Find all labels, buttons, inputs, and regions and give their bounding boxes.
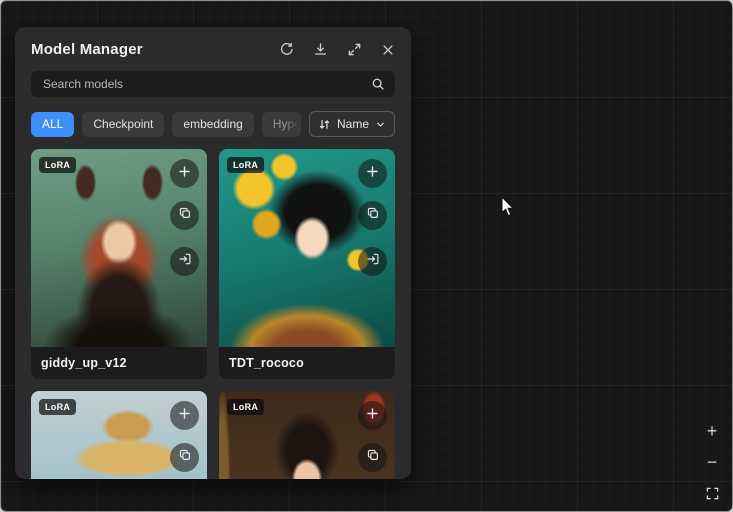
filter-hypernetwork[interactable]: Hyper (262, 112, 301, 137)
model-type-badge: LoRA (227, 157, 264, 173)
expand-button[interactable] (347, 42, 362, 57)
model-card[interactable]: LoRA TDT_rococo (219, 149, 395, 379)
add-model-button[interactable] (170, 401, 199, 430)
search-icon (371, 77, 385, 91)
card-actions (349, 391, 395, 479)
model-card[interactable]: LoRA giddy_up_v12 (31, 149, 207, 379)
load-model-button[interactable] (358, 247, 387, 276)
plus-icon (365, 164, 380, 184)
mouse-cursor (501, 197, 515, 222)
download-icon (313, 42, 328, 57)
add-model-button[interactable] (170, 159, 199, 188)
filter-embedding[interactable]: embedding (172, 112, 253, 137)
add-model-button[interactable] (358, 159, 387, 188)
plus-icon (177, 164, 192, 184)
expand-icon (347, 42, 362, 57)
filter-bar: ALL Checkpoint embedding Hyper Name (31, 111, 395, 137)
zoom-out-button[interactable]: − (702, 452, 722, 472)
chevron-down-icon (375, 119, 386, 130)
fit-view-icon (705, 486, 720, 501)
copy-model-button[interactable] (170, 443, 199, 472)
card-actions (161, 391, 207, 479)
model-type-badge: LoRA (39, 157, 76, 173)
model-name: giddy_up_v12 (31, 347, 207, 379)
close-button[interactable] (381, 43, 395, 57)
search-bar (31, 71, 395, 97)
model-card[interactable]: LoRA (219, 391, 395, 479)
download-button[interactable] (313, 42, 328, 57)
panel-title: Model Manager (31, 41, 143, 58)
copy-model-button[interactable] (170, 201, 199, 230)
search-input[interactable] (41, 76, 363, 92)
model-type-badge: LoRA (227, 399, 264, 415)
panel-header: Model Manager (31, 41, 395, 58)
filter-all[interactable]: ALL (31, 112, 74, 137)
sort-label: Name (337, 117, 369, 131)
sort-dropdown[interactable]: Name (309, 111, 395, 137)
add-model-button[interactable] (358, 401, 387, 430)
model-manager-panel: Model Manager (15, 27, 411, 479)
import-icon (366, 252, 380, 271)
plus-icon (177, 406, 192, 426)
card-actions (349, 149, 395, 379)
model-type-badge: LoRA (39, 399, 76, 415)
copy-model-button[interactable] (358, 201, 387, 230)
copy-model-button[interactable] (358, 443, 387, 472)
import-icon (178, 252, 192, 271)
fit-view-button[interactable] (702, 483, 722, 503)
model-grid: LoRA giddy_up_v12 LoRA TDT_rococo (31, 149, 395, 479)
plus-icon (365, 406, 380, 426)
copy-icon (366, 448, 380, 467)
sort-icon (318, 118, 331, 131)
load-model-button[interactable] (170, 247, 199, 276)
filter-checkpoint[interactable]: Checkpoint (82, 112, 164, 137)
zoom-in-button[interactable]: + (702, 421, 722, 441)
copy-icon (366, 206, 380, 225)
panel-header-actions (279, 42, 395, 57)
model-name: TDT_rococo (219, 347, 395, 379)
node-canvas[interactable]: Model Manager (0, 0, 733, 512)
copy-icon (178, 448, 192, 467)
card-actions (161, 149, 207, 379)
refresh-button[interactable] (279, 42, 294, 57)
canvas-controls: + − (702, 421, 722, 503)
model-card[interactable]: LoRA (31, 391, 207, 479)
close-icon (381, 43, 395, 57)
refresh-icon (279, 42, 294, 57)
copy-icon (178, 206, 192, 225)
